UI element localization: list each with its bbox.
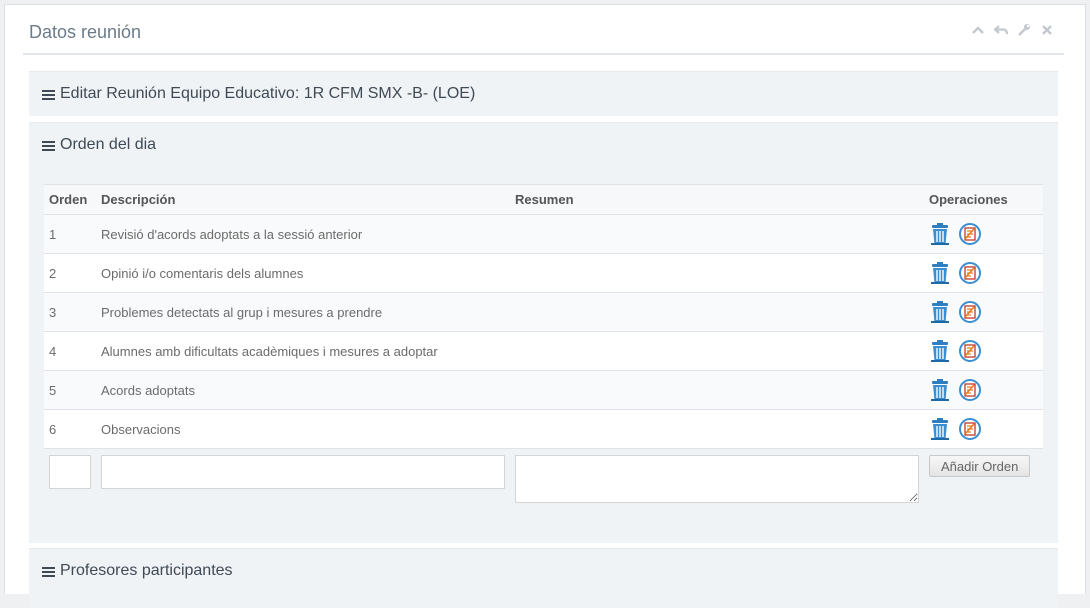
widget-toolbar bbox=[971, 23, 1054, 37]
trash-icon[interactable] bbox=[929, 417, 951, 441]
trash-icon[interactable] bbox=[929, 261, 951, 285]
cell-resumen bbox=[510, 331, 924, 371]
column-header-descripcion: Descripción bbox=[96, 184, 510, 215]
cell-descripcion: Observacions bbox=[96, 409, 510, 449]
new-row: Añadir Orden bbox=[44, 449, 1043, 507]
column-header-orden: Orden bbox=[44, 184, 96, 215]
table-row: 6 Observacions bbox=[44, 409, 1043, 449]
cell-operaciones bbox=[924, 331, 1043, 371]
cell-resumen bbox=[510, 370, 924, 410]
section-header[interactable]: Orden del dia bbox=[29, 123, 1058, 167]
trash-icon[interactable] bbox=[929, 300, 951, 324]
table-row: 4 Alumnes amb dificultats acadèmiques i m… bbox=[44, 331, 1043, 371]
trash-icon[interactable] bbox=[929, 378, 951, 402]
table-row: 2 Opinió i/o comentaris dels alumnes bbox=[44, 253, 1043, 293]
section-orden-del-dia: Orden del dia Orden Descripción Resumen … bbox=[29, 122, 1058, 543]
cell-operaciones bbox=[924, 370, 1043, 410]
section-header[interactable]: Profesores participantes bbox=[29, 549, 1058, 593]
section-title: Editar Reunión Equipo Educativo: 1R CFM … bbox=[60, 85, 476, 102]
table-row: 5 Acords adoptats bbox=[44, 370, 1043, 410]
cell-resumen bbox=[510, 409, 924, 449]
table-row: 1 Revisió d'acords adoptats a la sessió a… bbox=[44, 214, 1043, 254]
table-row: 3 Problemes detectats al grup i mesures a… bbox=[44, 292, 1043, 332]
trash-icon[interactable] bbox=[929, 339, 951, 363]
cell-operaciones bbox=[924, 253, 1043, 293]
list-icon bbox=[42, 89, 55, 100]
widget-datos-reunion: Datos reunión Editar Reunión Equipo Educ… bbox=[4, 4, 1086, 608]
undo-icon[interactable] bbox=[994, 23, 1008, 37]
cell-operaciones bbox=[924, 292, 1043, 332]
section-header[interactable]: Editar Reunión Equipo Educativo: 1R CFM … bbox=[29, 72, 1058, 116]
cell-descripcion: Problemes detectats al grup i mesures a … bbox=[96, 292, 510, 332]
cell-orden: 4 bbox=[44, 331, 96, 371]
section-profesores-participantes: Profesores participantes bbox=[29, 548, 1058, 608]
list-icon bbox=[42, 140, 55, 151]
resumen-textarea[interactable] bbox=[515, 455, 919, 503]
cell-descripcion: Acords adoptats bbox=[96, 370, 510, 410]
section-editar-reunion: Editar Reunión Equipo Educativo: 1R CFM … bbox=[29, 71, 1058, 116]
cell-orden: 6 bbox=[44, 409, 96, 449]
column-header-resumen: Resumen bbox=[510, 184, 924, 215]
cell-orden: 3 bbox=[44, 292, 96, 332]
descripcion-input[interactable] bbox=[101, 455, 505, 489]
edit-document-icon[interactable] bbox=[958, 417, 981, 441]
column-header-operaciones: Operaciones bbox=[924, 184, 1043, 215]
edit-document-icon[interactable] bbox=[958, 222, 981, 246]
section-title: Orden del dia bbox=[60, 136, 157, 153]
cell-resumen bbox=[510, 214, 924, 254]
edit-document-icon[interactable] bbox=[958, 339, 981, 363]
cell-resumen bbox=[510, 292, 924, 332]
orden-table: Orden Descripción Resumen Operaciones 1R… bbox=[44, 184, 1043, 506]
widget-header: Datos reunión bbox=[23, 5, 1064, 55]
chevron-up-icon[interactable] bbox=[971, 23, 985, 37]
edit-document-icon[interactable] bbox=[958, 300, 981, 324]
cell-orden: 5 bbox=[44, 370, 96, 410]
add-orden-button[interactable]: Añadir Orden bbox=[929, 455, 1031, 477]
cell-orden: 1 bbox=[44, 214, 96, 254]
cell-descripcion: Alumnes amb dificultats acadèmiques i me… bbox=[96, 331, 510, 371]
cell-orden: 2 bbox=[44, 253, 96, 293]
cell-resumen bbox=[510, 253, 924, 293]
edit-document-icon[interactable] bbox=[958, 378, 981, 402]
close-icon[interactable] bbox=[1040, 23, 1054, 37]
cell-descripcion: Revisió d'acords adoptats a la sessió an… bbox=[96, 214, 510, 254]
table-header-row: Orden Descripción Resumen Operaciones bbox=[44, 184, 1043, 215]
orden-input[interactable] bbox=[49, 455, 91, 489]
wrench-icon[interactable] bbox=[1017, 23, 1031, 37]
cell-operaciones bbox=[924, 214, 1043, 254]
list-icon bbox=[42, 566, 55, 577]
edit-document-icon[interactable] bbox=[958, 261, 981, 285]
cell-operaciones bbox=[924, 409, 1043, 449]
widget-title: Datos reunión bbox=[29, 22, 142, 42]
trash-icon[interactable] bbox=[929, 222, 951, 246]
section-title: Profesores participantes bbox=[60, 562, 233, 579]
cell-descripcion: Opinió i/o comentaris dels alumnes bbox=[96, 253, 510, 293]
